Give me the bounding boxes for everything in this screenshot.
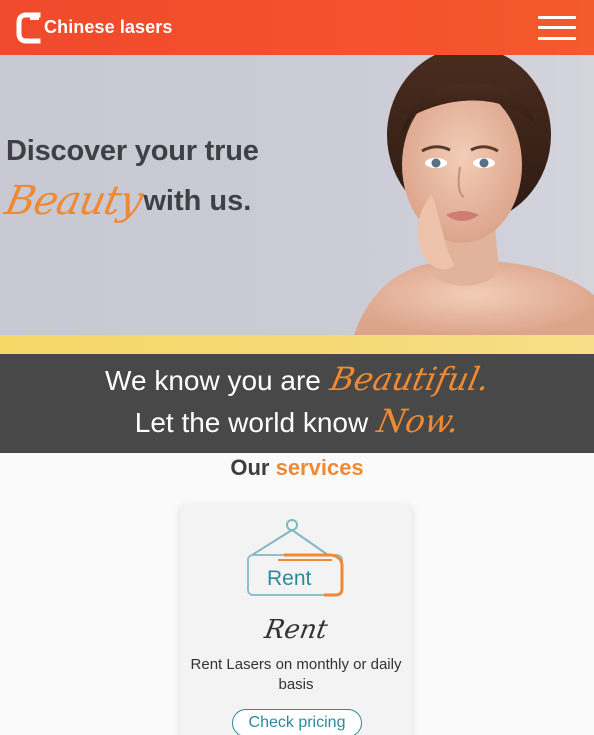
hero-script-word: Beauty	[1, 178, 147, 224]
decorative-yellow-band	[0, 335, 594, 354]
service-card-title: Rent	[262, 615, 330, 645]
tagline-row-1-text: We know you are	[105, 365, 321, 396]
hero-banner: Discover your true Beauty with us.	[0, 55, 594, 335]
top-nav-bar: Chinese lasers	[0, 0, 594, 55]
rent-sign-text: Rent	[267, 567, 312, 590]
services-heading-accent: services	[275, 455, 364, 480]
rent-sign-icon: Rent	[247, 519, 344, 597]
brand-logo-link[interactable]: Chinese lasers	[16, 12, 172, 44]
services-heading-our: Our	[230, 455, 270, 480]
tagline-banner: We know you are Beautiful. Let the world…	[0, 354, 594, 453]
tagline-row-2: Let the world know Now.	[0, 402, 594, 440]
tagline-row-2-script: Now.	[374, 402, 464, 440]
hero-line-2-rest: with us.	[143, 185, 252, 217]
hero-line-1: Discover your true	[6, 135, 259, 167]
hamburger-menu-icon[interactable]	[538, 15, 576, 40]
chinese-lasers-logo-icon	[16, 12, 41, 43]
check-pricing-button[interactable]: Check pricing	[232, 709, 362, 735]
service-card-rent: Rent Rent Rent Lasers on monthly or dail…	[180, 505, 412, 735]
hero-headline: Discover your true Beauty with us.	[1, 135, 259, 224]
tagline-row-1: We know you are Beautiful.	[0, 360, 594, 398]
tagline-row-1-script: Beautiful.	[326, 360, 493, 398]
tagline-row-2-text: Let the world know	[134, 407, 369, 438]
services-heading: Our services	[0, 455, 594, 481]
model-portrait-image	[354, 55, 594, 335]
service-card-description: Rent Lasers on monthly or daily basis	[190, 656, 402, 693]
brand-name: Chinese lasers	[44, 17, 173, 37]
hero-line-2: Beauty with us.	[1, 178, 259, 224]
